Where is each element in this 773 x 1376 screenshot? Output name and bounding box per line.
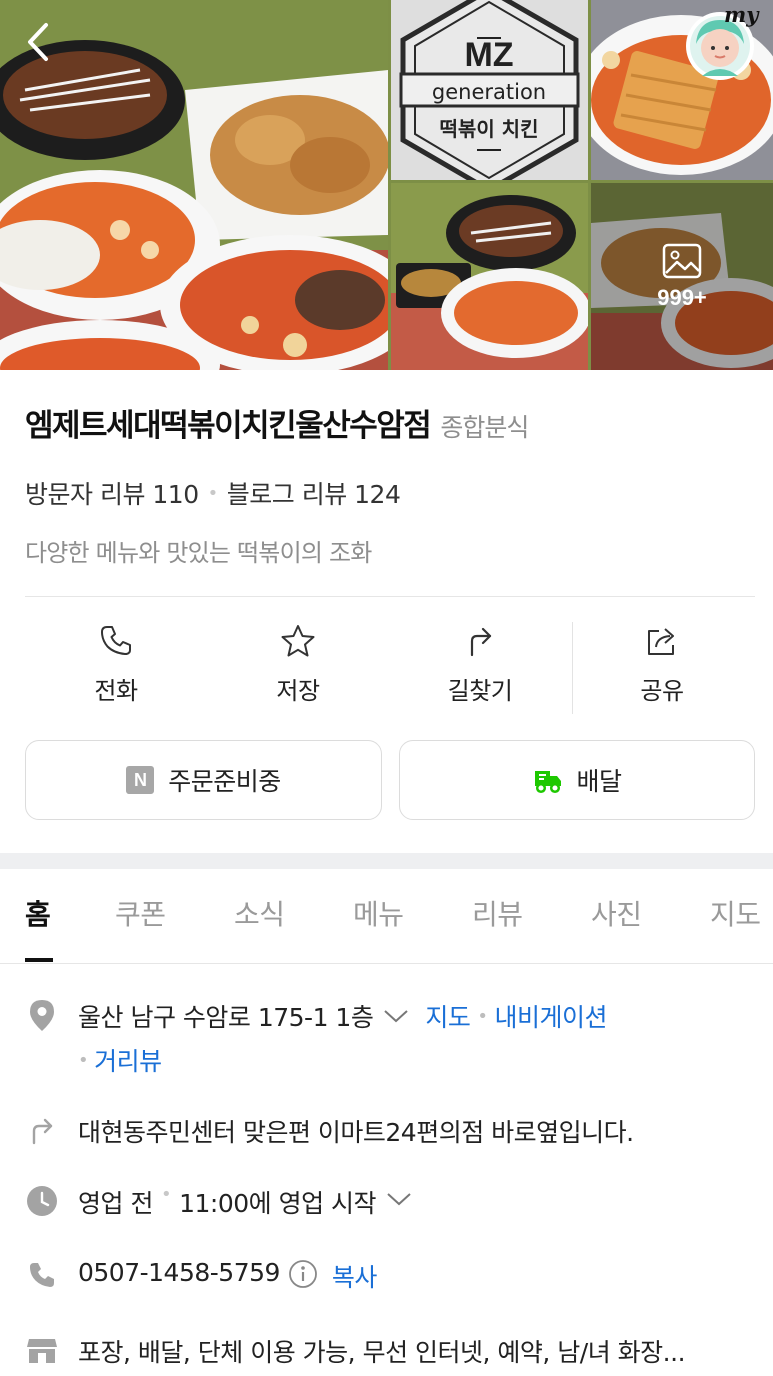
logo-mz-text: MZ: [464, 36, 513, 74]
separator-dot: •: [78, 1049, 89, 1071]
chevron-down-icon[interactable]: [383, 1008, 409, 1024]
directions-arrow-icon: [25, 1113, 59, 1147]
tab-bar: 홈 쿠폰 소식 메뉴 리뷰 사진 지도: [0, 869, 773, 964]
street-view-link[interactable]: 거리뷰: [94, 1042, 162, 1078]
action-separator: [572, 622, 573, 714]
tab-home[interactable]: 홈: [25, 893, 51, 933]
section-gap: [0, 853, 773, 869]
more-photos-overlay[interactable]: 999+: [591, 183, 773, 370]
amenities-row[interactable]: 포장, 배달, 단체 이용 가능, 무선 인터넷, 예약, 남/녀 화장...: [25, 1333, 765, 1369]
logo-generation-text: generation: [432, 80, 546, 104]
image-icon: [662, 243, 702, 278]
active-tab-indicator: [25, 958, 53, 962]
place-info: 엠제트세대떡볶이치킨울산수암점 종합분식 방문자 리뷰 110 • 블로그 리뷰…: [25, 400, 755, 568]
place-description: 다양한 메뉴와 맛있는 떡볶이의 조화: [25, 539, 372, 567]
divider: [25, 596, 755, 597]
save-button[interactable]: 저장: [207, 615, 389, 720]
share-icon: [648, 628, 674, 655]
my-label: my: [724, 2, 759, 27]
back-button[interactable]: [16, 18, 60, 66]
review-row: 방문자 리뷰 110 • 블로그 리뷰 124: [25, 475, 755, 511]
tab-review[interactable]: 리뷰: [472, 893, 523, 933]
naver-order-label: 주문준비중: [168, 767, 281, 796]
place-name: 엠제트세대떡볶이치킨울산수암점: [25, 408, 432, 444]
map-link[interactable]: 지도: [425, 998, 471, 1034]
separator-dot: •: [207, 482, 219, 504]
open-time-text: 11:00에 영업 시작: [179, 1189, 377, 1218]
amenities-text: 포장, 배달, 단체 이용 가능, 무선 인터넷, 예약, 남/녀 화장...: [78, 1338, 686, 1367]
naver-order-button[interactable]: N 주문준비중: [25, 740, 382, 820]
action-bar: 전화 저장 길찾기 공유: [25, 615, 755, 720]
naver-n-icon: N: [126, 766, 155, 794]
chevron-down-icon[interactable]: [386, 1184, 412, 1214]
delivery-label: 배달: [576, 767, 622, 796]
delivery-button[interactable]: 배달: [399, 740, 755, 820]
directions-label: 길찾기: [447, 677, 513, 705]
directions-button[interactable]: 길찾기: [389, 615, 571, 720]
directions-note-text: 대현동주민센터 맞은편 이마트24편의점 바로옆입니다.: [78, 1118, 634, 1147]
star-icon: [281, 625, 315, 657]
tab-coupon[interactable]: 쿠폰: [115, 893, 166, 933]
tab-photo[interactable]: 사진: [591, 893, 642, 933]
directions-icon: [470, 627, 492, 657]
photo-gallery[interactable]: MZ generation 떡볶이 치킨 999+ my: [0, 0, 773, 370]
directions-note-row: 대현동주민센터 맞은편 이마트24편의점 바로옆입니다.: [25, 1113, 765, 1149]
tab-news[interactable]: 소식: [234, 893, 285, 933]
separator-dot: •: [477, 1005, 488, 1027]
visitor-review-link[interactable]: 방문자 리뷰 110: [25, 475, 199, 511]
phone-number[interactable]: 0507-1458-5759: [78, 1258, 280, 1287]
business-status: 영업 전: [78, 1189, 153, 1218]
title-row: 엠제트세대떡볶이치킨울산수암점 종합분식: [25, 400, 755, 445]
phone-icon: [25, 1258, 59, 1292]
save-label: 저장: [276, 677, 320, 705]
info-icon[interactable]: [288, 1258, 318, 1290]
tab-menu[interactable]: 메뉴: [353, 893, 404, 933]
chevron-left-icon: [28, 23, 48, 61]
separator-dot: •: [160, 1184, 172, 1205]
call-label: 전화: [94, 677, 138, 705]
tab-map[interactable]: 지도: [710, 893, 761, 933]
photo-dish-2[interactable]: [391, 183, 588, 370]
place-category: 종합분식: [440, 413, 529, 442]
phone-row: 0507-1458-5759 복사: [25, 1258, 765, 1294]
address-text[interactable]: 울산 남구 수암로 175-1 1층: [78, 998, 374, 1034]
call-button[interactable]: 전화: [25, 615, 207, 720]
photo-logo[interactable]: MZ generation 떡볶이 치킨: [391, 0, 588, 180]
phone-icon: [101, 626, 131, 655]
clock-icon: [25, 1184, 59, 1218]
blog-review-link[interactable]: 블로그 리뷰 124: [227, 475, 401, 511]
copy-phone-link[interactable]: 복사: [332, 1258, 378, 1294]
more-photos-count: 999+: [657, 284, 707, 310]
store-icon: [25, 1333, 59, 1367]
location-pin-icon: [25, 998, 59, 1032]
my-profile-button[interactable]: my: [682, 2, 762, 82]
delivery-truck-icon: [535, 771, 562, 794]
logo-brand-text: 떡볶이 치킨: [440, 117, 539, 141]
share-button[interactable]: 공유: [571, 615, 753, 720]
navigation-link[interactable]: 내비게이션: [494, 998, 607, 1034]
address-row: 울산 남구 수암로 175-1 1층 지도 • 내비게이션 • 거리뷰: [25, 998, 765, 1078]
hours-row[interactable]: 영업 전 • 11:00에 영업 시작: [25, 1184, 765, 1220]
share-label: 공유: [640, 677, 684, 705]
